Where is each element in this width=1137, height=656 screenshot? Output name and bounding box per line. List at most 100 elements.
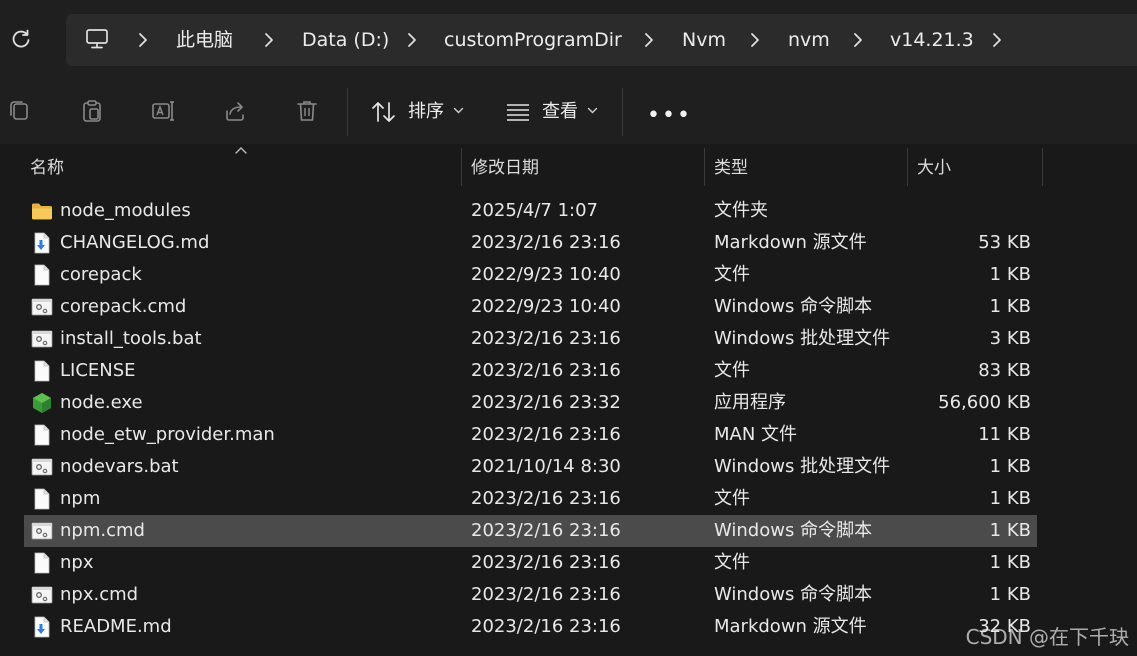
file-type: 文件 [714,488,750,509]
file-type: 应用程序 [714,392,786,413]
file-icon [34,424,50,446]
breadcrumb-item-nvm-parent[interactable]: Nvm [682,27,726,53]
script-file-icon [31,298,53,316]
chevron-right-icon[interactable] [405,31,419,49]
breadcrumb-item-data-drive[interactable]: Data (D:) [302,27,389,53]
breadcrumb-item-nvm[interactable]: nvm [788,27,830,53]
file-size: 1 KB [989,264,1031,285]
column-divider[interactable] [461,148,462,186]
file-row[interactable]: node_etw_provider.man 2023/2/16 23:16 MAN … [24,419,1037,451]
file-name: CHANGELOG.md [60,232,210,253]
breadcrumb-item-this-pc[interactable]: 此电脑 [176,27,233,53]
file-row[interactable]: CHANGELOG.md 2023/2/16 23:16 Markdown 源文件 5… [24,227,1037,259]
file-row[interactable]: install_tools.bat 2023/2/16 23:16 Windows … [24,323,1037,355]
this-pc-icon[interactable] [84,26,110,52]
file-name: install_tools.bat [60,328,202,349]
markdown-file-icon [34,232,50,254]
file-size: 1 KB [989,488,1031,509]
file-icon [34,488,50,510]
file-type: Windows 批处理文件 [714,456,891,477]
sort-button[interactable]: 排序 [408,96,444,128]
copy-icon[interactable] [6,98,32,124]
file-type: Windows 批处理文件 [714,328,891,349]
column-header-size[interactable]: 大小 [917,152,951,184]
file-name: corepack.cmd [60,296,187,317]
file-modified-date: 2025/4/7 1:07 [471,200,598,221]
chevron-right-icon[interactable] [748,31,762,49]
file-row[interactable]: npx.cmd 2023/2/16 23:16 Windows 命令脚本 1 KB [24,579,1037,611]
file-type: 文件 [714,360,750,381]
chevron-right-icon[interactable] [262,31,276,49]
file-modified-date: 2023/2/16 23:16 [471,520,621,541]
delete-icon[interactable] [294,98,320,124]
node-app-icon [33,393,51,413]
chevron-right-icon[interactable] [136,31,150,49]
file-row[interactable]: corepack.cmd 2022/9/23 10:40 Windows 命令脚本 1… [24,291,1037,323]
file-size: 1 KB [989,456,1031,477]
file-modified-date: 2023/2/16 23:16 [471,232,621,253]
file-type: Windows 命令脚本 [714,520,873,541]
file-row[interactable]: node_modules 2025/4/7 1:07 文件夹 [24,195,1037,227]
file-size: 11 KB [978,424,1031,445]
view-button[interactable]: 查看 [542,96,578,128]
column-header-name[interactable]: 名称 [30,152,64,184]
refresh-icon[interactable] [10,28,32,50]
chevron-right-icon[interactable] [642,31,656,49]
script-file-icon [31,586,53,604]
file-size: 56,600 KB [938,392,1031,413]
file-icon [34,264,50,286]
file-row[interactable]: LICENSE 2023/2/16 23:16 文件 83 KB [24,355,1037,387]
column-divider[interactable] [704,148,705,186]
file-row[interactable]: npm 2023/2/16 23:16 文件 1 KB [24,483,1037,515]
file-row[interactable]: npm.cmd 2023/2/16 23:16 Windows 命令脚本 1 KB [24,515,1037,547]
column-divider[interactable] [1042,148,1043,186]
file-row[interactable]: node.exe 2023/2/16 23:32 应用程序 56,600 KB [24,387,1037,419]
column-header-date[interactable]: 修改日期 [471,152,539,184]
file-row[interactable]: corepack 2022/9/23 10:40 文件 1 KB [24,259,1037,291]
file-modified-date: 2023/2/16 23:16 [471,328,621,349]
file-type: MAN 文件 [714,424,798,445]
file-name: node_modules [60,200,191,221]
paste-icon[interactable] [79,98,105,124]
breadcrumb-item-version[interactable]: v14.21.3 [890,27,974,53]
file-type: Windows 命令脚本 [714,296,873,317]
file-modified-date: 2023/2/16 23:16 [471,584,621,605]
view-icon[interactable] [505,101,531,123]
file-name: npm.cmd [60,520,145,541]
file-name: README.md [60,616,172,637]
breadcrumb-item-customprogramdir[interactable]: customProgramDir [444,27,622,53]
file-row[interactable]: README.md 2023/2/16 23:16 Markdown 源文件 32 K… [24,611,1037,643]
column-header-type[interactable]: 类型 [714,152,748,184]
file-size: 53 KB [978,232,1031,253]
file-name: npx.cmd [60,584,139,605]
more-options-button[interactable]: ••• [647,103,692,128]
chevron-down-icon[interactable] [453,107,464,115]
sort-icon[interactable] [371,100,397,124]
file-modified-date: 2023/2/16 23:16 [471,488,621,509]
file-name: corepack [60,264,142,285]
file-name: LICENSE [60,360,136,381]
rename-icon[interactable] [150,98,176,124]
file-name: node.exe [60,392,143,413]
script-file-icon [31,522,53,540]
column-divider[interactable] [907,148,908,186]
file-type: Markdown 源文件 [714,232,867,253]
file-type: 文件 [714,552,750,573]
share-icon[interactable] [222,98,248,124]
file-row[interactable]: npx 2023/2/16 23:16 文件 1 KB [24,547,1037,579]
file-row[interactable]: nodevars.bat 2021/10/14 8:30 Windows 批处理文件… [24,451,1037,483]
file-modified-date: 2022/9/23 10:40 [471,296,621,317]
file-size: 1 KB [989,520,1031,541]
file-type: 文件 [714,264,750,285]
file-modified-date: 2023/2/16 23:16 [471,552,621,573]
file-modified-date: 2021/10/14 8:30 [471,456,621,477]
file-name: npx [60,552,94,573]
file-modified-date: 2022/9/23 10:40 [471,264,621,285]
chevron-right-icon[interactable] [990,31,1004,49]
file-modified-date: 2023/2/16 23:16 [471,360,621,381]
file-icon [34,552,50,574]
file-type: 文件夹 [714,200,768,221]
chevron-down-icon[interactable] [587,107,598,115]
file-type: Windows 命令脚本 [714,584,873,605]
chevron-right-icon[interactable] [851,31,865,49]
